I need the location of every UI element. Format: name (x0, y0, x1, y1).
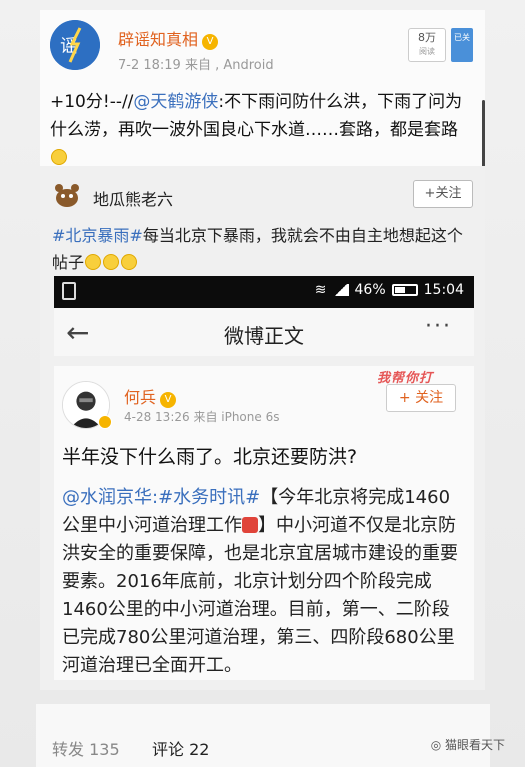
nav-title: 微博正文 (224, 324, 304, 348)
post-text: +10分!--//@天鹤游侠:不下雨问防什么洪，下雨了问为什么涝，再吹一波外国良… (50, 88, 475, 172)
views-label: 阅读 (419, 47, 435, 56)
retweet-author[interactable]: 地瓜熊老六 (93, 186, 173, 210)
comment-tab[interactable]: 评论 22 (152, 736, 209, 760)
inner-author-text: 何兵 (124, 388, 157, 407)
wechat-icon: ◎ (430, 738, 445, 752)
follow-button[interactable]: +关注 (413, 180, 473, 208)
inner-author[interactable]: 何兵 V (124, 384, 177, 408)
wifi-icon: ≋ (314, 282, 327, 298)
battery-percent: 46% (354, 282, 386, 298)
laugh-emoji-icon (103, 254, 120, 270)
repost-tab[interactable]: 转发 135 (52, 736, 120, 760)
author-name[interactable]: 辟谣知真相 V (118, 26, 219, 50)
inner-body: @水润京华:#水务时讯#【今年北京将完成1460公里中小河道治理工作 】中小河道不… (62, 484, 466, 680)
red-badge-icon (242, 517, 258, 533)
more-options-icon[interactable]: ··· (425, 314, 452, 339)
inner-hashtag-link[interactable]: :#水务时讯# (152, 487, 260, 508)
inner-meta: 4-28 13:26 来自 iPhone 6s (124, 410, 280, 424)
rumor-logo-icon: 谣 (50, 20, 100, 70)
weibo-nav-bar: ← 微博正文 ··· (54, 308, 474, 356)
views-counter: 8万 阅读 (408, 28, 446, 62)
phone-status-bar: ≋ 46% 15:04 (54, 276, 474, 308)
inner-follow-button[interactable]: + 关注 (386, 384, 456, 412)
source-watermark: ◎ 猫眼看天下 (431, 736, 505, 753)
hashtag-link[interactable]: #北京暴雨# (52, 226, 143, 245)
author-avatar[interactable]: 谣 (50, 20, 100, 70)
laugh-emoji-icon (85, 254, 102, 270)
verified-icon (98, 415, 112, 429)
battery-icon (391, 284, 418, 296)
author-name-text: 辟谣知真相 (118, 30, 199, 49)
post-meta: 7-2 18:19 来自 , Android (118, 58, 274, 73)
clock: 15:04 (423, 282, 464, 298)
mention-link[interactable]: @天鹤游侠 (133, 92, 218, 112)
followed-tag[interactable]: 已关 (451, 28, 473, 62)
notification-icon (62, 282, 76, 300)
post-text-prefix: +10分!--// (50, 92, 134, 112)
signal-icon (332, 284, 349, 296)
watermark-text: 猫眼看天下 (444, 738, 505, 752)
laugh-emoji-icon (121, 254, 138, 270)
views-value: 8万 (418, 31, 436, 44)
bear-avatar-icon[interactable] (52, 180, 82, 210)
page: 谣 辟谣知真相 V 7-2 18:19 来自 , Android 8万 阅读 已关… (0, 0, 525, 767)
inner-mention-link[interactable]: @水润京华 (62, 487, 152, 508)
vip-icon: V (160, 392, 177, 408)
inner-body-b: 】中小河道不仅是北京防洪安全的重要保障，也是北京宜居城市建设的重要要素。2016… (62, 515, 458, 676)
inner-headline: 半年没下什么雨了。北京还要防洪? (62, 446, 358, 468)
retweet-text: #北京暴雨#每当北京下暴雨，我就会不由自主地想起这个帖子 (52, 222, 472, 276)
smile-emoji-icon (51, 149, 67, 165)
vip-icon: V (202, 34, 219, 50)
status-right: ≋ 46% 15:04 (315, 282, 464, 298)
